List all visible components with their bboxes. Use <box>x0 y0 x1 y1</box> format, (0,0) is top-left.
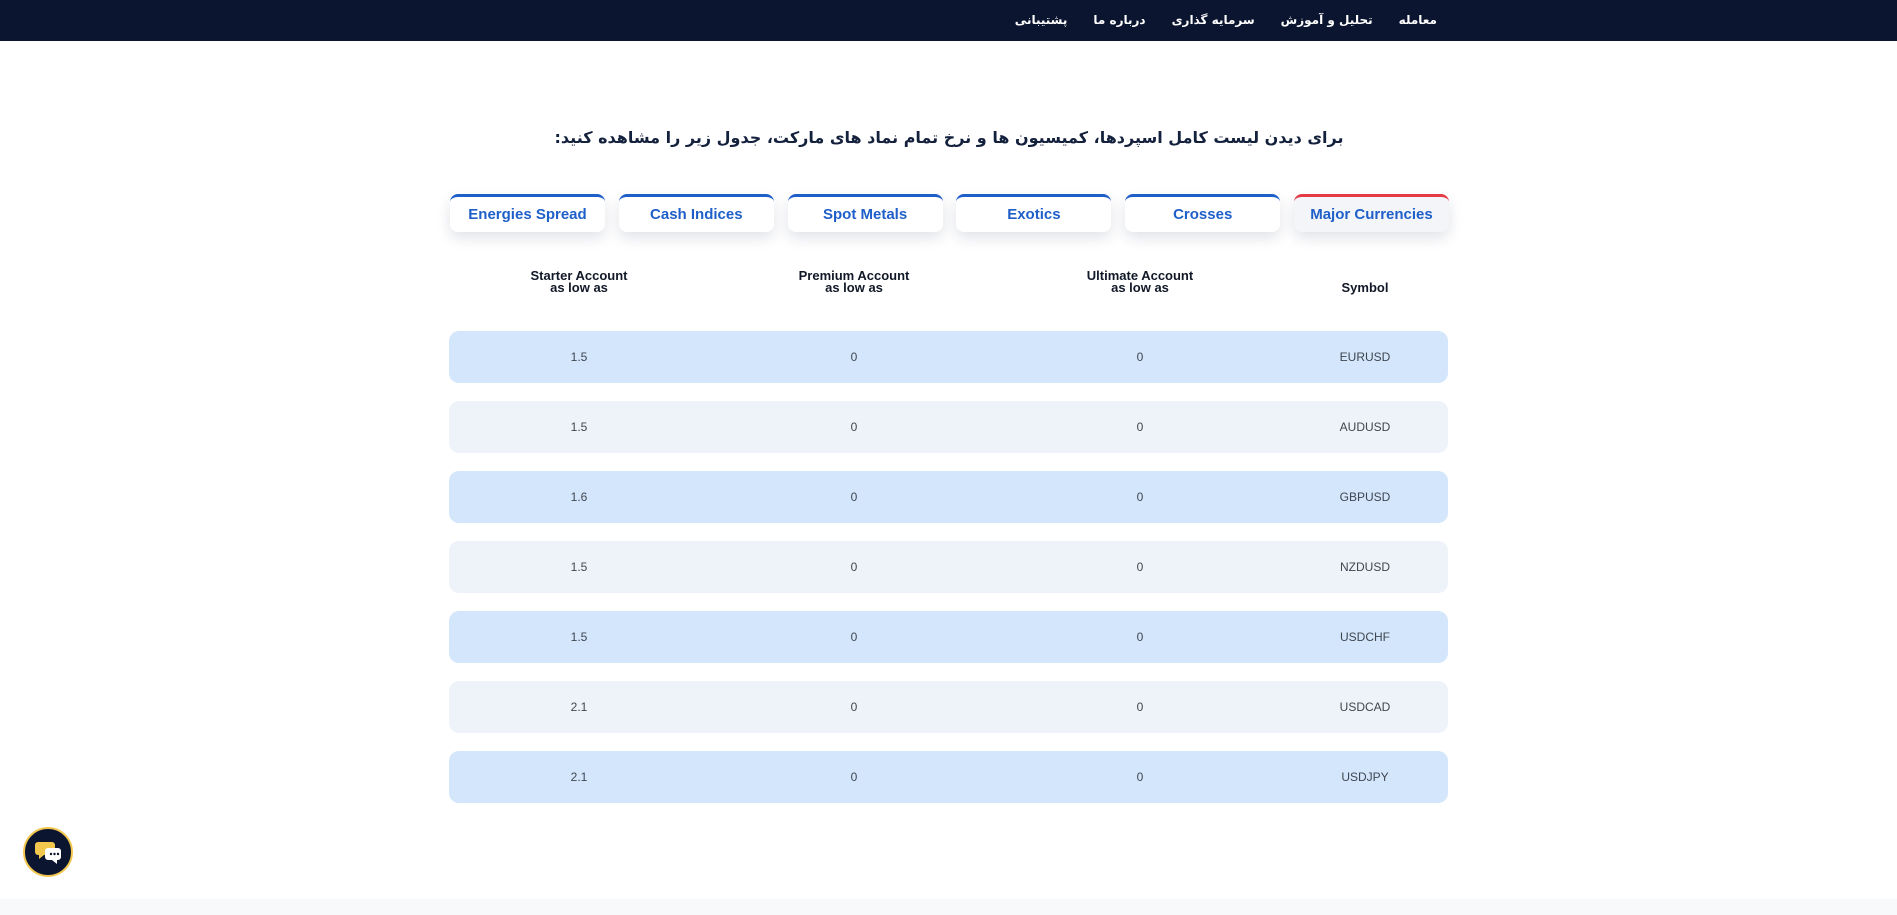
tab-spot-metals[interactable]: Spot Metals <box>787 194 943 232</box>
cell-symbol: AUDUSD <box>1339 420 1391 434</box>
nav-item-support[interactable]: پشتیبانی <box>1002 0 1081 41</box>
cell-premium: 0 <box>850 770 858 784</box>
tab-exotics[interactable]: Exotics <box>956 194 1112 232</box>
tab-energies-spread[interactable]: Energies Spread <box>450 194 605 232</box>
table-row: EURUSD 0 0 1.5 <box>449 331 1448 383</box>
page-heading: برای دیدن لیست کامل اسپردها، کمیسیون ها … <box>554 128 1344 147</box>
cell-premium: 0 <box>850 490 858 504</box>
cell-ultimate: 0 <box>1136 630 1144 644</box>
header-premium-sub: as low as <box>825 280 883 295</box>
header-symbol: Symbol <box>1275 270 1455 306</box>
nav-item-trading[interactable]: معامله <box>1386 0 1450 41</box>
cell-symbol: USDJPY <box>1341 770 1389 784</box>
cell-ultimate: 0 <box>1136 560 1144 574</box>
cell-symbol: GBPUSD <box>1339 490 1391 504</box>
main-nav: معامله تحلیل و آموزش سرمایه گذاری درباره… <box>1015 0 1450 41</box>
table-row: USDCHF 0 0 1.5 <box>449 611 1448 663</box>
table-row: NZDUSD 0 0 1.5 <box>449 541 1448 593</box>
cell-symbol: EURUSD <box>1339 350 1391 364</box>
tab-major-currencies[interactable]: Major Currencies <box>1293 194 1449 232</box>
tab-cash-indices[interactable]: Cash Indices <box>618 194 774 232</box>
cell-starter: 1.5 <box>570 420 588 434</box>
category-tabs: Major Currencies Crosses Exotics Spot Me… <box>450 194 1449 234</box>
cell-premium: 0 <box>850 630 858 644</box>
cell-symbol: USDCHF <box>1340 630 1390 644</box>
header-ultimate-account: Ultimate Account as low as <box>1050 269 1230 295</box>
cell-premium: 0 <box>850 420 858 434</box>
cell-starter: 1.5 <box>570 560 588 574</box>
cell-premium: 0 <box>850 560 858 574</box>
cell-starter: 2.1 <box>570 700 588 714</box>
cell-ultimate: 0 <box>1136 490 1144 504</box>
nav-item-analysis-education[interactable]: تحلیل و آموزش <box>1268 0 1386 41</box>
cell-starter: 1.5 <box>570 630 588 644</box>
header-premium-account: Premium Account as low as <box>764 269 944 295</box>
cell-premium: 0 <box>850 350 858 364</box>
top-navbar: معامله تحلیل و آموزش سرمایه گذاری درباره… <box>0 0 1897 41</box>
cell-ultimate: 0 <box>1136 350 1144 364</box>
header-symbol-label: Symbol <box>1341 280 1389 295</box>
header-starter-account: Starter Account as low as <box>489 269 669 295</box>
header-starter-sub: as low as <box>550 280 608 295</box>
cell-ultimate: 0 <box>1136 420 1144 434</box>
cell-symbol: USDCAD <box>1339 700 1391 714</box>
table-row: USDJPY 0 0 2.1 <box>449 751 1448 803</box>
footer-edge <box>0 899 1897 915</box>
table-row: USDCAD 0 0 2.1 <box>449 681 1448 733</box>
cell-ultimate: 0 <box>1136 700 1144 714</box>
nav-item-investment[interactable]: سرمایه گذاری <box>1159 0 1268 41</box>
cell-symbol: NZDUSD <box>1340 560 1390 574</box>
cell-starter: 1.6 <box>570 490 588 504</box>
cell-starter: 2.1 <box>570 770 588 784</box>
tab-crosses[interactable]: Crosses <box>1125 194 1281 232</box>
chat-bubbles-icon <box>35 842 61 864</box>
spread-table-body: EURUSD 0 0 1.5 AUDUSD 0 0 1.5 GBPUSD 0 0… <box>449 331 1448 821</box>
header-ultimate-sub: as low as <box>1111 280 1169 295</box>
cell-starter: 1.5 <box>570 350 588 364</box>
chat-button[interactable] <box>23 827 73 877</box>
cell-premium: 0 <box>850 700 858 714</box>
table-row: GBPUSD 0 0 1.6 <box>449 471 1448 523</box>
nav-item-about-us[interactable]: درباره ما <box>1080 0 1158 41</box>
cell-ultimate: 0 <box>1136 770 1144 784</box>
table-row: AUDUSD 0 0 1.5 <box>449 401 1448 453</box>
table-header: Symbol Ultimate Account as low as Premiu… <box>449 269 1448 306</box>
